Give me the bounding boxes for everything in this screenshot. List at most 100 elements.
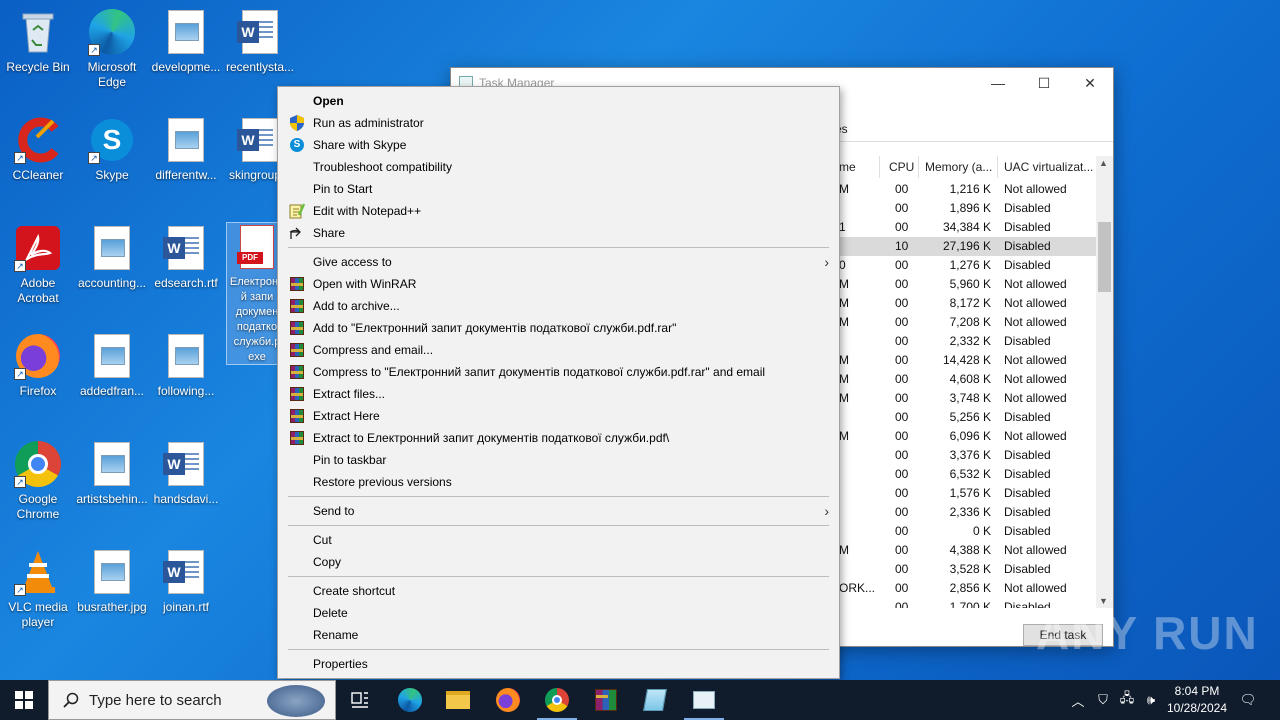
menu-item-send-to[interactable]: Send to ›: [280, 500, 837, 522]
desktop-icon-file[interactable]: W edsearch.rtf: [148, 224, 224, 291]
show-hidden-icons-button[interactable]: ︿: [1068, 680, 1088, 720]
taskbar-notepad[interactable]: [631, 680, 679, 720]
process-name-cell: 0: [839, 258, 846, 272]
column-header-name[interactable]: me: [839, 160, 856, 174]
taskbar-winrar[interactable]: [582, 680, 630, 720]
cpu-cell: 00: [895, 315, 909, 329]
menu-item-open-with-winrar[interactable]: Open with WinRAR: [280, 273, 837, 295]
menu-item-add-to-pdf-rar[interactable]: Add to "Електронний запит документів под…: [280, 317, 837, 339]
image-file-icon: [88, 224, 136, 272]
desktop-icon-file[interactable]: accounting...: [74, 224, 150, 291]
menu-item-share-with-skype[interactable]: S Share with Skype: [280, 134, 837, 156]
menu-item-compress-to-pdf-rar-and-email[interactable]: Compress to "Електронний запит документі…: [280, 361, 837, 383]
taskbar-edge[interactable]: [386, 680, 434, 720]
desktop-icon-firefox[interactable]: ↗ Firefox: [0, 332, 76, 399]
menu-item-label: Restore previous versions: [313, 475, 452, 489]
memory-cell: 3,528 K: [949, 562, 991, 576]
menu-item-delete[interactable]: Delete: [280, 602, 837, 624]
menu-item-add-to-archive[interactable]: Add to archive...: [280, 295, 837, 317]
menu-item-edit-with-notepad[interactable]: Edit with Notepad++: [280, 200, 837, 222]
cpu-cell: 00: [895, 467, 909, 481]
task-manager-icon: [693, 691, 715, 709]
column-header-uac[interactable]: UAC virtualizat...: [1004, 160, 1093, 174]
image-file-icon: [162, 116, 210, 164]
desktop-icon-file[interactable]: developme...: [148, 8, 224, 75]
menu-item-rename[interactable]: Rename: [280, 624, 837, 646]
desktop-icon-microsoft-edge[interactable]: ↗ Microsoft Edge: [74, 8, 150, 90]
close-button[interactable]: ✕: [1067, 68, 1113, 98]
desktop-icon-file[interactable]: W joinan.rtf: [148, 548, 224, 615]
memory-cell: 14,428 K: [942, 353, 991, 367]
tray-volume[interactable]: 🕪: [1140, 680, 1162, 720]
tray-network-warning[interactable]: ⛉: [1092, 680, 1114, 720]
desktop-icon-recycle-bin[interactable]: Recycle Bin: [0, 8, 76, 75]
vertical-scrollbar[interactable]: ▲ ▼: [1096, 156, 1113, 608]
desktop-icon-file[interactable]: addedfran...: [74, 332, 150, 399]
menu-item-properties[interactable]: Properties: [280, 653, 837, 675]
menu-item-troubleshoot-compatibility[interactable]: Troubleshoot compatibility: [280, 156, 837, 178]
taskbar-firefox[interactable]: [484, 680, 532, 720]
menu-item-label: Pin to Start: [313, 182, 373, 196]
desktop-icon-file[interactable]: differentw...: [148, 116, 224, 183]
menu-item-restore-previous-versions[interactable]: Restore previous versions: [280, 471, 837, 493]
menu-item-run-as-administrator[interactable]: Run as administrator: [280, 112, 837, 134]
uac-cell: Not allowed: [1004, 353, 1067, 367]
memory-cell: 4,388 K: [949, 543, 991, 557]
winrar-icon: [289, 276, 305, 292]
menu-item-pin-to-taskbar[interactable]: Pin to taskbar: [280, 449, 837, 471]
tray-network[interactable]: 🖧: [1116, 680, 1138, 720]
task-view-button[interactable]: [336, 680, 384, 720]
taskbar-file-explorer[interactable]: [434, 680, 482, 720]
desktop-icon-skype[interactable]: S ↗ Skype: [74, 116, 150, 183]
desktop-icon-vlc[interactable]: ↗ VLC media player: [0, 548, 76, 630]
memory-cell: 7,208 K: [949, 315, 991, 329]
uac-cell: Not allowed: [1004, 543, 1067, 557]
column-header-cpu[interactable]: CPU: [889, 160, 914, 174]
menu-item-label: Add to "Електронний запит документів под…: [313, 321, 677, 335]
menu-item-cut[interactable]: Cut: [280, 529, 837, 551]
desktop-icon-file[interactable]: W handsdavi...: [148, 440, 224, 507]
desktop-icon-google-chrome[interactable]: ↗ Google Chrome: [0, 440, 76, 522]
menu-item-label: Give access to: [313, 255, 392, 269]
search-box[interactable]: [48, 680, 336, 720]
column-header-memory[interactable]: Memory (a...: [925, 160, 992, 174]
menu-item-pin-to-start[interactable]: Pin to Start: [280, 178, 837, 200]
desktop-icon-file[interactable]: artistsbehin...: [74, 440, 150, 507]
desktop-icon-ccleaner[interactable]: ↗ CCleaner: [0, 116, 76, 183]
cpu-cell: 00: [895, 581, 909, 595]
minimize-button[interactable]: —: [975, 68, 1021, 98]
memory-cell: 2,856 K: [949, 581, 991, 595]
desktop-icon-adobe-acrobat[interactable]: ↗ Adobe Acrobat: [0, 224, 76, 306]
menu-item-share[interactable]: Share: [280, 222, 837, 244]
menu-item-open[interactable]: Open: [280, 90, 837, 112]
winrar-icon: [289, 408, 305, 424]
taskbar-clock[interactable]: 8:04 PM 10/28/2024: [1160, 683, 1234, 717]
scroll-up-icon[interactable]: ▲: [1099, 158, 1108, 168]
menu-item-copy[interactable]: Copy: [280, 551, 837, 573]
winrar-icon: [595, 689, 617, 711]
taskbar-task-manager[interactable]: [680, 680, 728, 720]
process-name-cell: M: [839, 353, 849, 367]
desktop-icon-file[interactable]: busrather.jpg: [74, 548, 150, 615]
search-input[interactable]: [89, 691, 259, 709]
menu-item-give-access-to[interactable]: Give access to ›: [280, 251, 837, 273]
menu-item-extract-to-pdf[interactable]: Extract to Електронний запит документів …: [280, 427, 837, 449]
uac-cell: Not allowed: [1004, 182, 1067, 196]
start-button[interactable]: [0, 680, 48, 720]
scroll-down-icon[interactable]: ▼: [1099, 596, 1108, 606]
scrollbar-thumb[interactable]: [1098, 222, 1111, 292]
menu-item-extract-here[interactable]: Extract Here: [280, 405, 837, 427]
maximize-button[interactable]: ☐: [1021, 68, 1067, 98]
menu-item-label: Share with Skype: [313, 138, 407, 152]
menu-item-extract-files[interactable]: Extract files...: [280, 383, 837, 405]
taskbar-chrome[interactable]: [533, 680, 581, 720]
menu-item-label: Open with WinRAR: [313, 277, 417, 291]
desktop-icon-file[interactable]: following...: [148, 332, 224, 399]
menu-item-label: Pin to taskbar: [313, 453, 387, 467]
desktop-icon-file[interactable]: W recentlysta...: [222, 8, 298, 75]
action-center-button[interactable]: 🗨: [1236, 680, 1260, 720]
menu-item-create-shortcut[interactable]: Create shortcut: [280, 580, 837, 602]
menu-separator: [288, 247, 829, 248]
uac-shield-icon: [289, 115, 305, 131]
menu-item-compress-and-email[interactable]: Compress and email...: [280, 339, 837, 361]
